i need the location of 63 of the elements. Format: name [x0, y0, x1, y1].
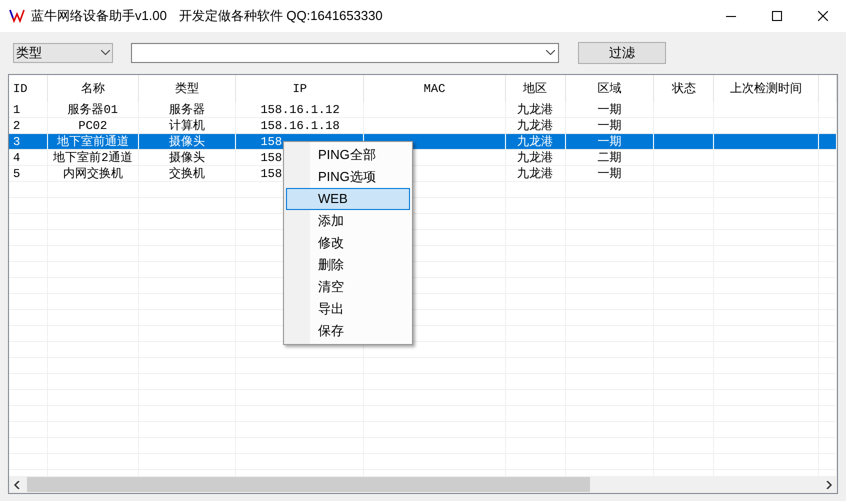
maximize-icon [772, 11, 782, 21]
horizontal-scrollbar[interactable] [9, 476, 837, 493]
table-cell: 九龙港 [517, 119, 554, 133]
column-header[interactable]: 区域 [566, 75, 654, 102]
table-cell: 九龙港 [517, 103, 554, 117]
scroll-right-icon[interactable] [826, 480, 832, 488]
column-header[interactable]: IP [236, 75, 364, 102]
menu-item[interactable]: PING全部 [286, 144, 410, 166]
table-cell: 内网交换机 [62, 167, 123, 181]
table-cell: 一期 [598, 135, 622, 149]
table-cell: 158.16.1.12 [260, 103, 340, 117]
table-cell: 一期 [598, 167, 622, 181]
menu-item[interactable]: 导出 [286, 298, 410, 320]
table-cell: 4 [13, 151, 20, 165]
menu-item[interactable]: 添加 [286, 210, 410, 232]
table-cell: 一期 [598, 103, 622, 117]
search-combobox[interactable] [131, 42, 559, 62]
table-cell: 158 [260, 135, 282, 149]
menu-item[interactable]: 删除 [286, 254, 410, 276]
table-cell: 158 [260, 167, 282, 181]
menu-item[interactable]: WEB [286, 188, 410, 210]
table-cell: 计算机 [169, 119, 206, 133]
close-icon [818, 11, 828, 21]
filter-button[interactable]: 过滤 [578, 42, 666, 64]
column-header[interactable]: ID [9, 75, 48, 102]
table-cell: 1 [13, 103, 20, 117]
table-cell: 交换机 [169, 167, 206, 181]
table-cell: 158 [260, 151, 282, 165]
menu-item[interactable]: 清空 [286, 276, 410, 298]
table-cell: 2 [13, 119, 20, 133]
menu-item[interactable]: PING选项 [286, 166, 410, 188]
window-subtitle: 开发定做各种软件 QQ:1641653330 [178, 7, 383, 26]
dropdown-value: 类型 [16, 44, 42, 62]
table-cell: 摄像头 [169, 151, 206, 165]
table-cell: 地下室前通道 [56, 135, 129, 149]
window-title: 蓝牛网络设备助手v1.00 [31, 7, 167, 26]
column-header[interactable]: 类型 [138, 75, 236, 102]
scroll-left-icon[interactable] [14, 480, 20, 488]
column-header[interactable]: 地区 [506, 75, 566, 102]
chevron-down-icon [546, 50, 555, 55]
table-cell: 九龙港 [517, 151, 554, 165]
table-cell: 5 [13, 167, 20, 181]
table-cell: 九龙港 [517, 167, 554, 181]
table-cell: 地下室前2通道 [53, 151, 132, 165]
app-logo-icon [9, 9, 25, 23]
table-cell: 一期 [598, 119, 622, 133]
table-cell: 3 [13, 135, 20, 149]
table-cell: 158.16.1.18 [260, 119, 340, 133]
column-header[interactable]: 上次检测时间 [714, 75, 820, 102]
table-cell: 二期 [598, 151, 622, 165]
scrollbar-thumb[interactable] [27, 477, 590, 492]
table-cell: 九龙港 [517, 135, 554, 149]
table-cell: 服务器 [169, 103, 206, 117]
column-header[interactable]: 状态 [654, 75, 714, 102]
table-cell: 摄像头 [169, 135, 206, 149]
column-header[interactable]: MAC [364, 75, 506, 102]
menu-item[interactable]: 修改 [286, 232, 410, 254]
column-header[interactable]: 名称 [48, 75, 139, 102]
table-cell: 服务器01 [68, 103, 118, 117]
menu-item[interactable]: 保存 [286, 320, 410, 342]
chevron-down-icon [101, 50, 110, 55]
type-dropdown[interactable]: 类型 [13, 42, 113, 62]
table-cell: PC02 [78, 119, 108, 133]
